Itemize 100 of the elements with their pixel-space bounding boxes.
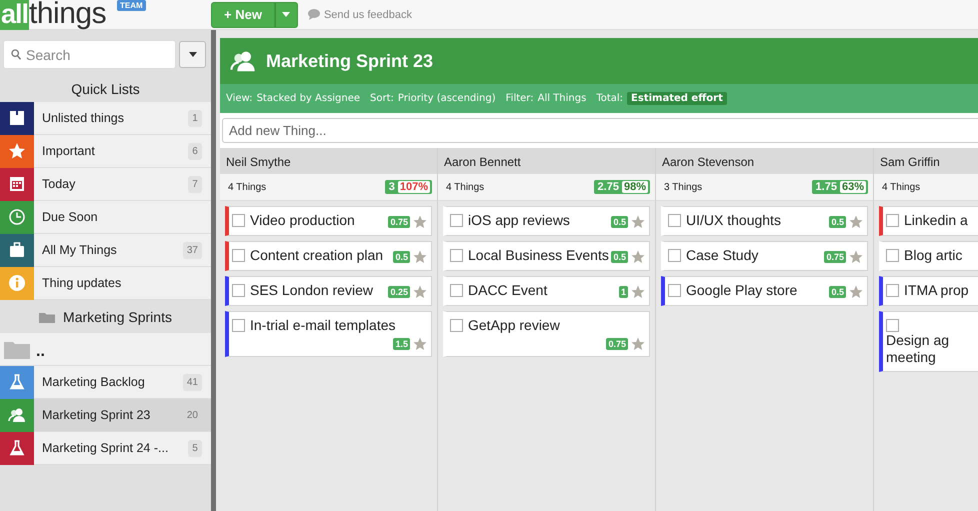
list-label: Marketing Backlog: [41, 375, 146, 389]
star-icon[interactable]: [413, 337, 427, 351]
checkbox[interactable]: [886, 319, 899, 332]
logo-text: all: [0, 0, 30, 30]
thing-card[interactable]: Google Play store 0.5: [661, 276, 868, 306]
filter-label: Filter:: [506, 93, 534, 104]
thing-count: 4 Things: [882, 182, 920, 192]
thing-title: DACC Event: [468, 282, 548, 299]
thing-card[interactable]: GetApp review 0.75: [443, 311, 650, 357]
effort-badge: 0.75: [824, 251, 846, 263]
star-icon[interactable]: [631, 215, 645, 229]
thing-title: Video production: [250, 212, 356, 229]
checkbox[interactable]: [668, 214, 681, 227]
briefcase-icon: [8, 241, 26, 259]
dropdown-button[interactable]: [179, 41, 206, 68]
checkbox[interactable]: [232, 284, 245, 297]
thing-card[interactable]: ITMA prop: [879, 276, 978, 306]
star-icon[interactable]: [413, 285, 427, 299]
effort-badge: 0.5: [829, 216, 846, 228]
item-count: 37: [182, 242, 202, 258]
thing-card[interactable]: Design ag meeting: [879, 311, 978, 372]
checkbox[interactable]: [232, 249, 245, 262]
effort-badge: 0.5: [611, 251, 628, 263]
item-count: 7: [188, 176, 202, 192]
star-icon[interactable]: [631, 337, 645, 351]
flask-icon: [8, 439, 26, 457]
list-item[interactable]: All My Things 37: [0, 234, 211, 267]
thing-card[interactable]: Local Business Events 0.5: [443, 241, 650, 271]
column-header: Aaron Bennett: [438, 148, 655, 174]
star-icon[interactable]: [849, 215, 863, 229]
search-icon: [11, 49, 21, 60]
star-icon[interactable]: [413, 250, 427, 264]
checkbox[interactable]: [668, 284, 681, 297]
list-item[interactable]: Unlisted things 1: [0, 102, 211, 135]
list-item[interactable]: Due Soon: [0, 201, 211, 234]
folder-icon: [4, 339, 30, 359]
item-count: 6: [188, 142, 202, 160]
checkbox[interactable]: [886, 284, 899, 297]
star-icon[interactable]: [413, 215, 427, 229]
star-icon[interactable]: [849, 285, 863, 299]
thing-title: Google Play store: [686, 282, 798, 299]
star-icon: [8, 142, 26, 160]
checkbox[interactable]: [886, 249, 899, 262]
thing-card[interactable]: Case Study 0.75: [661, 241, 868, 271]
checkbox[interactable]: [668, 249, 681, 262]
folder-title: Marketing Sprints: [63, 308, 172, 324]
thing-card[interactable]: DACC Event 1: [443, 276, 650, 306]
list-item[interactable]: Marketing Backlog 41: [0, 366, 211, 399]
thing-card[interactable]: iOS app reviews 0.5: [443, 206, 650, 236]
thing-card[interactable]: In-trial e-mail templates 1.5: [225, 311, 432, 357]
star-icon[interactable]: [631, 285, 645, 299]
checkbox[interactable]: [450, 284, 463, 297]
caret-icon: [188, 52, 196, 57]
column-header: Aaron Stevenson: [656, 148, 873, 174]
checkbox[interactable]: [450, 249, 463, 262]
parent-folder-link[interactable]: ..: [0, 333, 211, 366]
effort-total-badge: 3 107%: [384, 180, 432, 194]
people-icon: [8, 406, 26, 424]
thing-card[interactable]: SES London review 0.25: [225, 276, 432, 306]
thing-count: 4 Things: [228, 182, 266, 192]
thing-card[interactable]: Blog artic: [879, 241, 978, 271]
thing-card[interactable]: Video production 0.75: [225, 206, 432, 236]
list-item[interactable]: Today 7: [0, 168, 211, 201]
checkbox[interactable]: [450, 214, 463, 227]
item-count: 41: [182, 374, 202, 390]
thing-title: Design ag meeting: [886, 332, 950, 366]
item-count: 1: [188, 110, 202, 126]
filter-label: View:: [226, 93, 253, 104]
thing-card[interactable]: UI/UX thoughts 0.5: [661, 206, 868, 236]
effort-total-badge: 1.75 63%: [812, 180, 868, 194]
list-item[interactable]: Marketing Sprint 23 20: [0, 399, 211, 432]
filter-label: Sort:: [370, 93, 394, 104]
star-icon[interactable]: [849, 250, 863, 264]
checkbox[interactable]: [886, 214, 899, 227]
thing-card[interactable]: Content creation plan 0.5: [225, 241, 432, 271]
thing-card[interactable]: Linkedin a: [879, 206, 978, 236]
item-count: 20: [186, 408, 199, 422]
list-label: Due Soon: [41, 210, 99, 224]
filter-label: Total:: [596, 93, 624, 104]
list-item[interactable]: Marketing Sprint 24 -... 5: [0, 432, 211, 465]
board-title: Marketing Sprint 23: [266, 50, 434, 72]
column-header: Neil Smythe: [220, 148, 437, 174]
checkbox[interactable]: [450, 319, 463, 332]
list-item[interactable]: Thing updates: [0, 267, 211, 300]
checkbox[interactable]: [232, 319, 245, 332]
filter-value[interactable]: Estimated effort: [627, 92, 727, 105]
list-label: Thing updates: [41, 276, 122, 290]
logo-text: things: [29, 0, 106, 30]
caret-icon: [282, 12, 290, 17]
list-label: Marketing Sprint 24 -...: [41, 441, 170, 455]
list-item[interactable]: Important 6: [0, 135, 211, 168]
star-icon[interactable]: [631, 250, 645, 264]
search-field[interactable]: Search: [3, 40, 176, 69]
thing-title: SES London review: [250, 282, 374, 299]
effort-badge: 1: [618, 286, 628, 298]
add-thing-field[interactable]: Add new Thing...: [222, 118, 978, 143]
list-label: Today: [41, 177, 76, 191]
checkbox[interactable]: [232, 214, 245, 227]
list-label: Marketing Sprint 23: [41, 408, 152, 422]
effort-badge: 0.25: [388, 286, 410, 298]
